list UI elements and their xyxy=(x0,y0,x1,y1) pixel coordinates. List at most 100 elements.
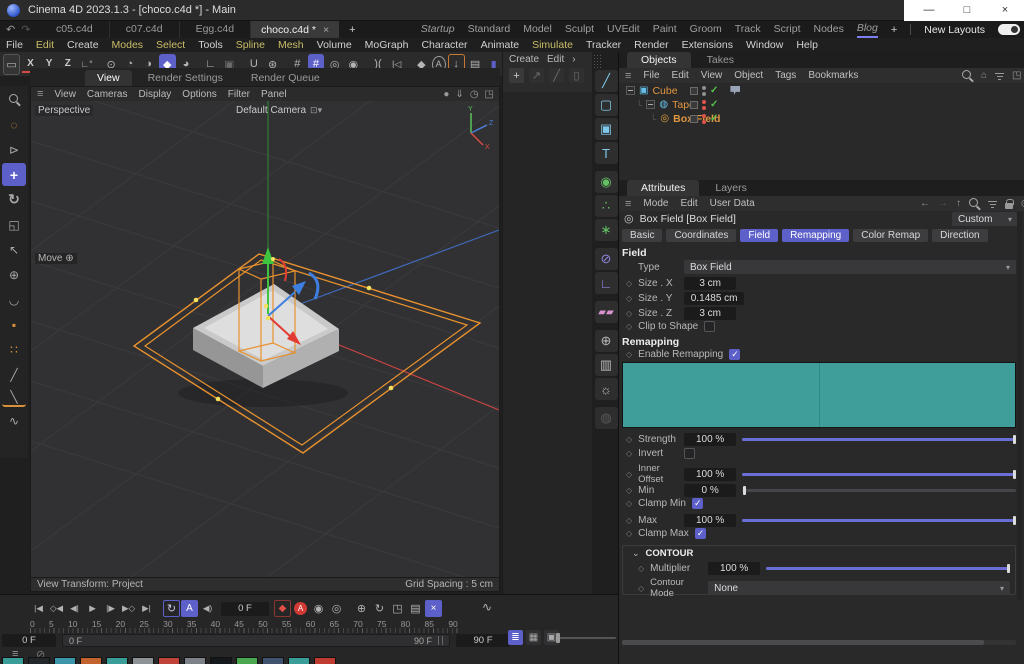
close-button[interactable]: × xyxy=(986,0,1024,21)
key-selection-icon[interactable]: ◎ xyxy=(328,600,345,617)
vp-menu-options[interactable]: Options xyxy=(182,89,216,100)
key-diamond-icon[interactable]: ◇ xyxy=(638,584,644,593)
layout-tab[interactable]: Blog xyxy=(857,21,878,38)
obj-menu-view[interactable]: View xyxy=(701,70,723,81)
document-tab[interactable]: c05.c4d xyxy=(40,21,110,38)
tweak-icon[interactable]: ⊳ xyxy=(2,138,26,161)
new-layouts-button[interactable]: New Layouts xyxy=(924,24,985,36)
camera-label[interactable]: Default Camera ⊡▾ xyxy=(236,105,322,116)
contour-mode-dropdown[interactable]: None ▾ xyxy=(708,581,1010,595)
sketch-tool-icon[interactable]: ∿ xyxy=(2,409,26,432)
key-diamond-icon[interactable]: ◇ xyxy=(626,486,632,495)
key-diamond-icon[interactable]: ◇ xyxy=(626,309,632,318)
menu-item[interactable]: Mesh xyxy=(278,39,304,51)
vp-menu-panel[interactable]: Panel xyxy=(261,89,287,100)
vp-menu-cameras[interactable]: Cameras xyxy=(87,89,128,100)
menu-item[interactable]: Create xyxy=(67,39,99,51)
goto-end-icon[interactable]: ▶| xyxy=(138,600,155,617)
menu-item[interactable]: Volume xyxy=(317,39,352,51)
section-tab[interactable]: Color Remap xyxy=(853,229,928,242)
prev-frame-icon[interactable]: ◀| xyxy=(66,600,83,617)
viewport-tab[interactable]: Render Queue xyxy=(239,70,332,86)
document-tab-active[interactable]: choco.c4d * × xyxy=(251,21,339,38)
layout-tab[interactable]: UVEdit xyxy=(607,22,640,37)
material-size-slider[interactable] xyxy=(556,637,616,639)
material-swatch[interactable] xyxy=(158,657,180,664)
line-pen-icon[interactable]: ╲ xyxy=(2,388,26,407)
layout-tab[interactable]: Track xyxy=(735,22,761,37)
popout-icon[interactable]: ◳ xyxy=(485,89,494,100)
axis-gizmo[interactable]: Y Z X xyxy=(455,103,495,149)
inner-offset-field[interactable]: 100 % xyxy=(684,468,736,481)
panel-tab[interactable]: Attributes xyxy=(627,180,699,196)
autokey-mode-icon[interactable]: A xyxy=(181,600,198,617)
menu-item[interactable]: Character xyxy=(421,39,467,51)
layer-box-icon[interactable] xyxy=(690,101,698,109)
filter-icon[interactable] xyxy=(988,200,997,208)
panel-tab[interactable]: Takes xyxy=(693,52,748,68)
panel-tab[interactable]: Layers xyxy=(701,180,761,196)
record-params-icon[interactable]: ▤ xyxy=(407,600,424,617)
fcurve-icon[interactable]: ∿ xyxy=(482,600,492,614)
strength-field[interactable]: 100 % xyxy=(684,433,736,446)
visibility-dots-icon[interactable] xyxy=(702,114,706,124)
keyframe-icon[interactable]: ◉ xyxy=(310,600,327,617)
type-dropdown[interactable]: Box Field ▾ xyxy=(684,260,1016,274)
tree-row-cube[interactable]: ▣ Cube xyxy=(626,84,678,97)
enabled-check-icon[interactable]: ✓ xyxy=(710,99,718,110)
play-icon[interactable]: ▶ xyxy=(84,600,101,617)
popout-icon[interactable]: ◳ xyxy=(1012,70,1021,81)
view-mode-label[interactable]: Perspective xyxy=(35,105,93,116)
vertical-scrollbar[interactable] xyxy=(1017,212,1022,600)
layout-tab[interactable]: Script xyxy=(774,22,801,37)
multiplier-field[interactable]: 100 % xyxy=(708,562,760,575)
key-diamond-icon[interactable]: ◇ xyxy=(626,294,632,303)
obj-menu-tags[interactable]: Tags xyxy=(775,70,796,81)
material-flags-icon[interactable]: ▰▰ xyxy=(595,301,618,323)
object-name[interactable]: Cube xyxy=(652,85,677,97)
key-diamond-icon[interactable]: ◇ xyxy=(626,279,632,288)
attr-menu-edit[interactable]: Edit xyxy=(680,198,697,209)
material-swatch[interactable] xyxy=(54,657,76,664)
clamp-max-checkbox[interactable] xyxy=(695,528,706,539)
arrow-icon[interactable]: ↗ xyxy=(529,68,544,83)
hamburger-icon[interactable]: ≡ xyxy=(37,88,43,100)
clip-checkbox[interactable] xyxy=(704,321,715,332)
motext-icon[interactable]: T xyxy=(595,142,618,164)
range-end-field[interactable]: 90 F xyxy=(456,634,510,647)
prev-key-icon[interactable]: ◇◀ xyxy=(48,600,65,617)
visibility-dots-icon[interactable] xyxy=(702,100,706,110)
remapping-spline-graph[interactable] xyxy=(622,362,1016,428)
viewport-canvas[interactable]: Perspective Default Camera ⊡▾ Move ⊕ Y Z… xyxy=(31,101,499,577)
filter-icon[interactable] xyxy=(995,72,1004,80)
goto-start-icon[interactable]: |◀ xyxy=(30,600,47,617)
menu-item[interactable]: Tracker xyxy=(586,39,621,51)
material-swatch[interactable] xyxy=(28,657,50,664)
layer-box-icon[interactable] xyxy=(690,115,698,123)
scene-nodes-globe-icon[interactable]: ⊕ xyxy=(595,330,618,352)
axis-modify-icon[interactable]: ∟ xyxy=(595,272,618,294)
range-bar[interactable]: 0 F 90 F xyxy=(62,634,450,647)
curve-pen-icon[interactable]: ◡ xyxy=(2,288,26,311)
record-pla-icon[interactable]: × xyxy=(425,600,442,617)
key-diamond-icon[interactable]: ◇ xyxy=(626,350,632,359)
menu-item[interactable]: Simulate xyxy=(532,39,573,51)
scene-light-icon[interactable]: ☼ xyxy=(595,378,618,400)
menu-item[interactable]: Window xyxy=(746,39,783,51)
menu-item[interactable]: Tools xyxy=(198,39,223,51)
material-swatch[interactable] xyxy=(106,657,128,664)
record-scale-icon[interactable]: ◳ xyxy=(389,600,406,617)
scene-camera-icon[interactable]: ▥ xyxy=(595,354,618,376)
record-key-icon[interactable]: ◆ xyxy=(274,600,291,617)
dropper-icon[interactable]: ╱ xyxy=(549,68,564,83)
range-start-field[interactable]: 0 F xyxy=(2,634,56,647)
menu-item[interactable]: Render xyxy=(634,39,668,51)
section-tab[interactable]: Remapping xyxy=(782,229,849,242)
record-rotation-icon[interactable]: ↻ xyxy=(371,600,388,617)
multi-axis-icon[interactable]: ⊕ xyxy=(2,263,26,286)
vp-menu-display[interactable]: Display xyxy=(139,89,172,100)
key-diamond-icon[interactable]: ◇ xyxy=(626,449,632,458)
obj-menu-file[interactable]: File xyxy=(643,70,659,81)
next-frame-icon[interactable]: |▶ xyxy=(102,600,119,617)
preset-dropdown[interactable]: Custom ▾ xyxy=(952,212,1018,226)
